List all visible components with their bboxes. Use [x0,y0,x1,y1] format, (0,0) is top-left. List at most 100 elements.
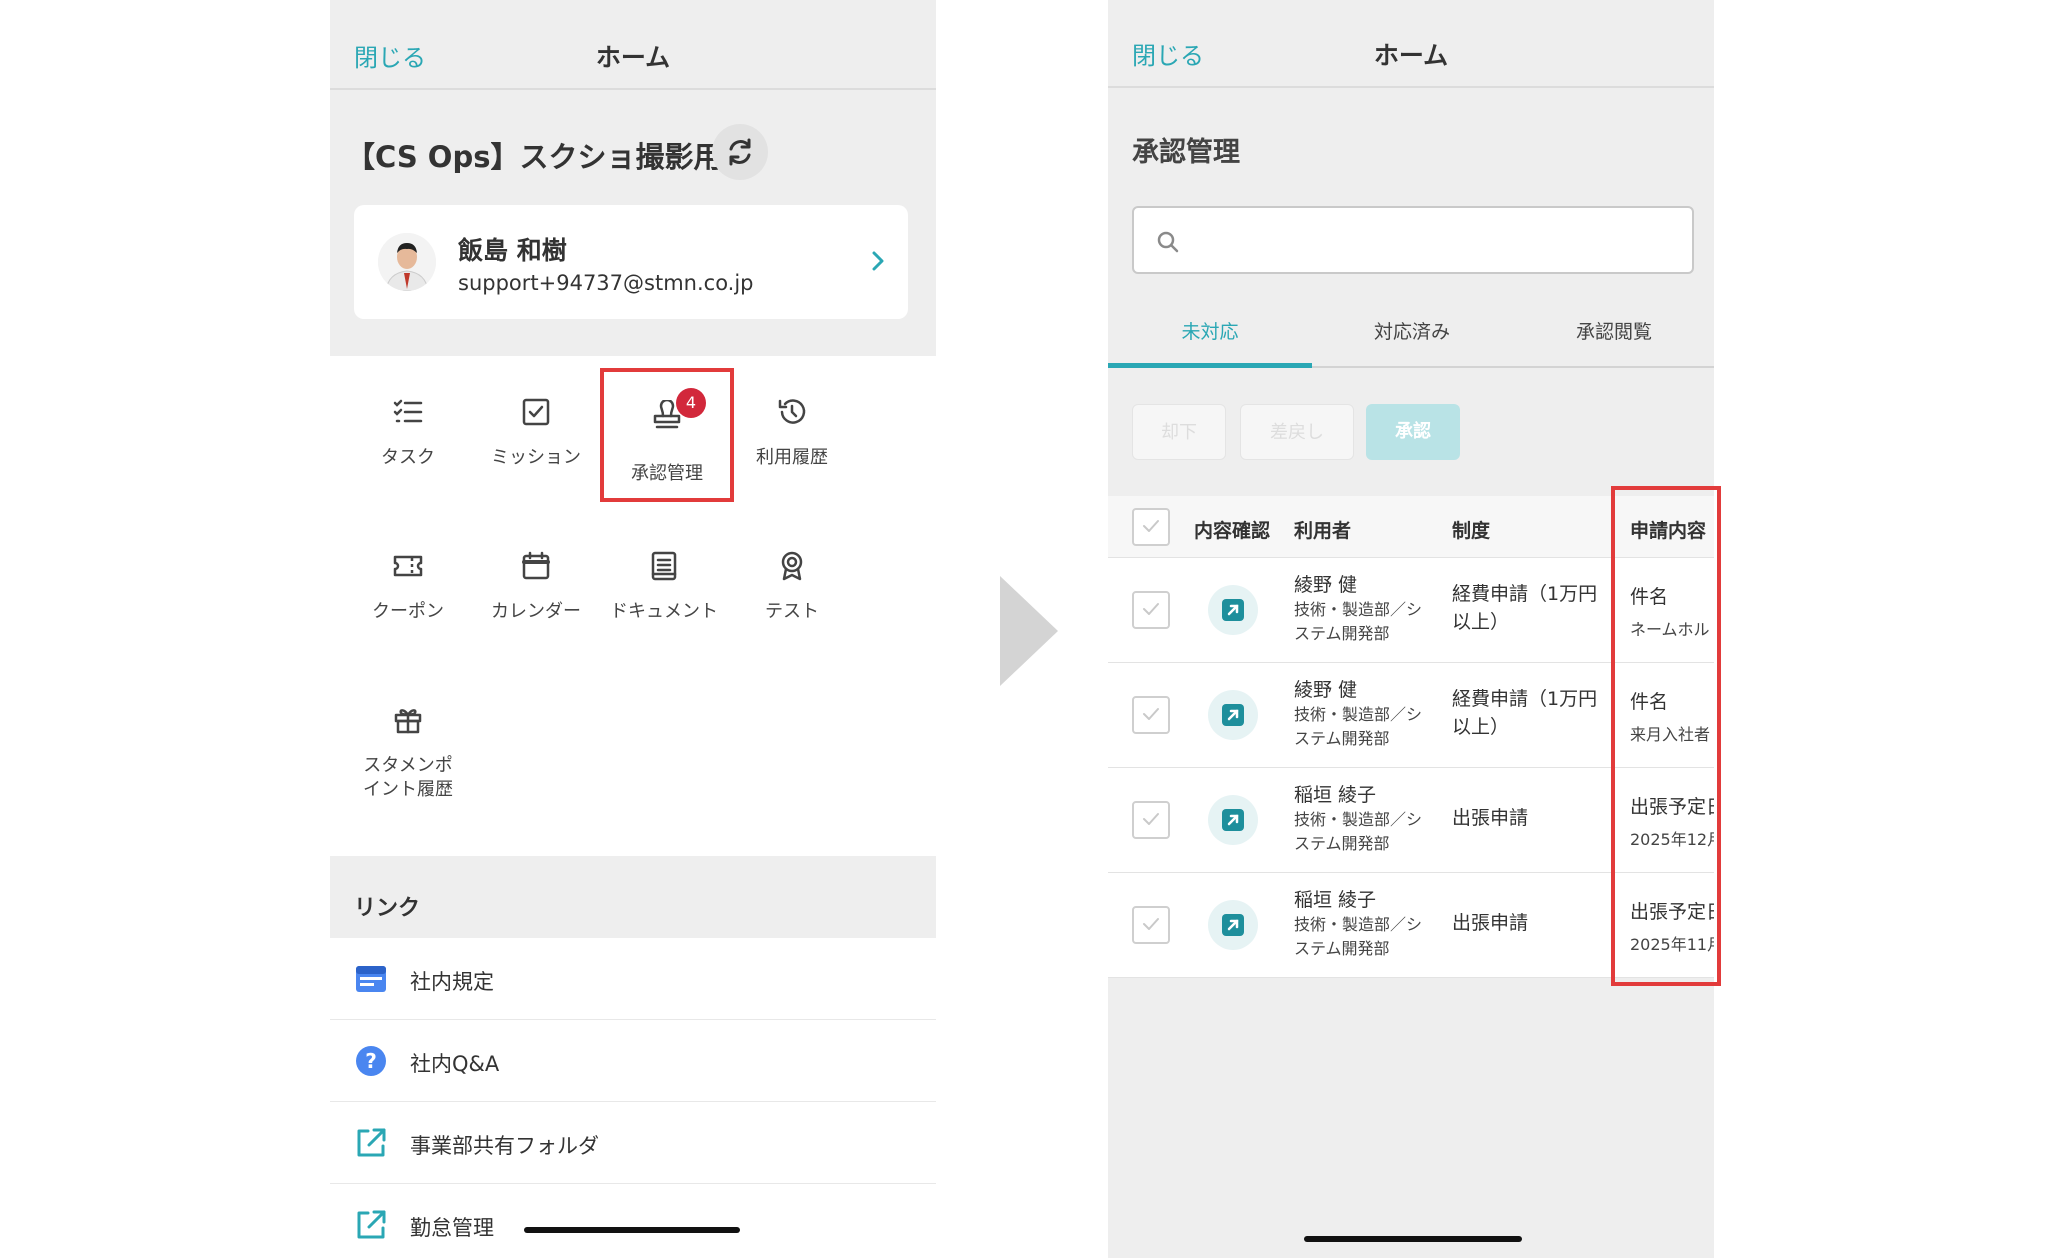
status-tabs: 未対応 対応済み 承認閲覧 [1108,308,1714,368]
menu-item-approval[interactable]: 4 承認管理 [600,368,734,502]
open-external-icon [1222,914,1244,936]
menu-item-label: スタメンポイント履歴 [363,755,453,800]
link-shared-folder[interactable]: 事業部共有フォルダ [330,1102,936,1184]
refresh-icon [729,138,751,166]
search-icon [1157,231,1179,253]
open-external-icon [1222,599,1244,621]
menu-item-point-history[interactable]: スタメンポイント履歴 [344,684,472,824]
menu-item-label: 承認管理 [631,463,703,484]
open-detail-button[interactable] [1208,690,1258,740]
svg-text:?: ? [365,1049,377,1073]
menu-item-label: クーポン [372,601,444,622]
search-box[interactable] [1132,206,1694,274]
return-button[interactable]: 差戻し [1240,404,1354,460]
home-screen: 閉じる ホーム 【CS Ops】スクショ撮影用 飯島 和樹 support+94… [330,0,936,1258]
tab-approval-view[interactable]: 承認閲覧 [1512,308,1714,368]
gift-icon [394,709,422,734]
link-label: 社内Q&A [410,1052,500,1076]
check-icon [1143,708,1159,720]
approve-button[interactable]: 承認 [1366,404,1460,460]
links-section-header: リンク [330,856,936,938]
link-internal-rules[interactable]: 社内規定 [330,938,936,1020]
links-header-label: リンク [354,896,421,921]
department-cell: 技術・製造部／システム開発部 [1294,915,1423,958]
reject-button[interactable]: 却下 [1132,404,1226,460]
page-title: 承認管理 [1132,137,1240,168]
chevron-right-icon [872,251,884,271]
menu-item-calendar[interactable]: カレンダー [472,530,600,640]
system-cell: 経費申請（1万円以上） [1452,583,1598,633]
link-internal-qa[interactable]: ? 社内Q&A [330,1020,936,1102]
menu-item-mission[interactable]: ミッション [472,376,600,486]
menu-item-label: カレンダー [491,601,581,622]
header-title: ホーム [1373,41,1449,70]
ticket-icon [393,555,423,577]
department-cell: 技術・製造部／システム開発部 [1294,810,1423,853]
switch-workspace-button[interactable] [712,124,768,180]
arrow-right-icon [1000,576,1058,686]
user-name-cell: 綾野 健 [1294,679,1358,701]
open-detail-button[interactable] [1208,900,1258,950]
menu-item-label: ドキュメント [610,601,718,622]
department-cell: 技術・製造部／システム開発部 [1294,600,1423,643]
menu-item-document[interactable]: ドキュメント [600,530,728,640]
link-label: 社内規定 [410,970,494,994]
user-name-cell: 綾野 健 [1294,574,1358,596]
web-page-icon [356,966,386,992]
tab-handled[interactable]: 対応済み [1310,308,1514,368]
link-label: 勤怠管理 [410,1216,494,1240]
column-header-content-check: 内容確認 [1194,520,1271,542]
menu-item-coupon[interactable]: クーポン [344,530,472,640]
header-title: ホーム [595,43,671,72]
external-link-icon [357,1210,386,1239]
menu-item-label: タスク [381,447,435,468]
approval-header: 閉じる ホーム [1108,0,1714,88]
document-icon [651,551,677,581]
award-icon [781,551,803,581]
user-profile-card[interactable]: 飯島 和樹 support+94737@stmn.co.jp [354,205,908,319]
open-detail-button[interactable] [1208,795,1258,845]
open-detail-button[interactable] [1208,585,1258,635]
check-icon [1143,918,1159,930]
row-checkbox[interactable] [1132,696,1170,734]
search-input[interactable] [1194,220,1674,260]
notification-badge: 4 [676,388,706,418]
system-cell: 経費申請（1万円以上） [1452,688,1598,738]
checklist-icon [393,399,423,423]
check-icon [1143,520,1159,532]
menu-item-history[interactable]: 利用履歴 [728,376,856,486]
link-label: 事業部共有フォルダ [410,1134,599,1158]
department-cell: 技術・製造部／システム開発部 [1294,705,1423,748]
history-icon [778,399,806,424]
user-name-cell: 稲垣 綾子 [1294,889,1377,911]
check-icon [1143,603,1159,615]
content-column-highlight [1611,486,1721,986]
column-header-system: 制度 [1452,520,1491,542]
column-header-user: 利用者 [1294,520,1352,542]
home-header: 閉じる ホーム [330,0,936,90]
open-external-icon [1222,809,1244,831]
row-checkbox[interactable] [1132,906,1170,944]
user-email: support+94737@stmn.co.jp [458,271,754,295]
open-external-icon [1222,704,1244,726]
calendar-icon [522,551,550,580]
row-checkbox[interactable] [1132,801,1170,839]
tab-pending[interactable]: 未対応 [1108,308,1312,368]
system-cell: 出張申請 [1452,912,1529,934]
question-icon: ? [356,1046,386,1076]
user-name: 飯島 和樹 [458,236,567,265]
home-indicator [1304,1236,1522,1242]
select-all-checkbox[interactable] [1132,508,1170,546]
external-link-icon [357,1128,386,1157]
row-checkbox[interactable] [1132,591,1170,629]
home-indicator [524,1227,740,1233]
menu-item-task[interactable]: タスク [344,376,472,486]
checkbox-icon [522,398,550,426]
system-cell: 出張申請 [1452,807,1529,829]
avatar [378,233,436,291]
link-attendance[interactable]: 勤怠管理 [330,1184,936,1258]
workspace-name: 【CS Ops】スクショ撮影用 [346,140,723,174]
check-icon [1143,813,1159,825]
user-name-cell: 稲垣 綾子 [1294,784,1377,806]
menu-item-test[interactable]: テスト [728,530,856,640]
